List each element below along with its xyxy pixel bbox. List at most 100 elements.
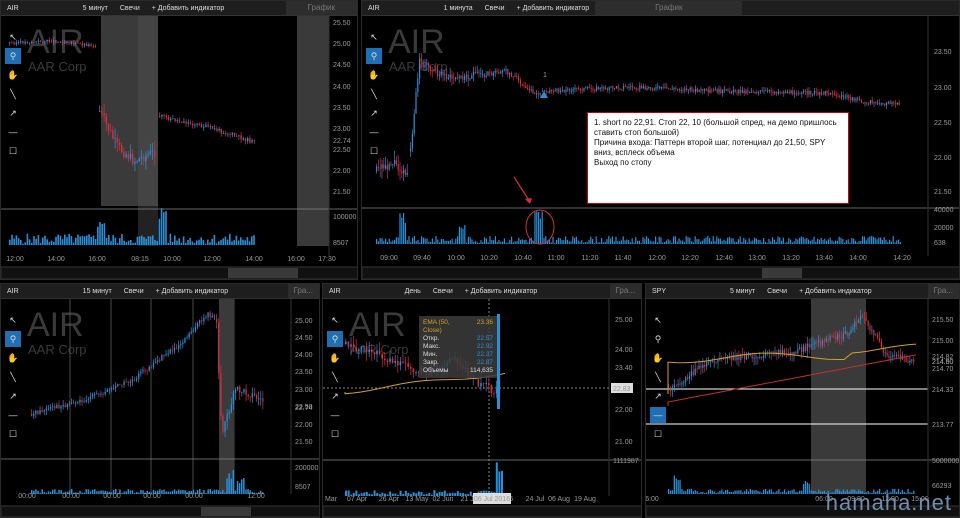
x-tick: 16:00 xyxy=(88,256,106,263)
x-tick: 07 Apr xyxy=(347,496,368,503)
volume-bar xyxy=(412,237,414,244)
hand-icon[interactable]: ✋ xyxy=(5,67,21,83)
chart-panel-air-15min[interactable]: AIR 15 минут Свечи + Добавить индикатор … xyxy=(0,283,320,518)
horizontal-line-icon[interactable]: — xyxy=(5,124,21,140)
candle xyxy=(804,345,806,351)
arrow-icon[interactable]: ↗ xyxy=(5,388,21,404)
volume-bar xyxy=(845,240,847,244)
line-icon[interactable]: ╲ xyxy=(5,86,21,102)
chart-panel-air-daily[interactable]: AIR День Свечи + Добавить индикатор Гра.… xyxy=(322,283,642,518)
volume-last: 8507 xyxy=(295,484,311,491)
volume-bar xyxy=(754,237,756,244)
candle xyxy=(711,360,713,363)
volume-bar xyxy=(217,490,220,494)
line-icon[interactable]: ╲ xyxy=(327,369,343,385)
hand-icon[interactable]: ✋ xyxy=(5,350,21,366)
pointer-icon[interactable]: ↖ xyxy=(5,312,21,328)
volume-bar xyxy=(592,238,594,244)
candle xyxy=(429,67,431,71)
candle xyxy=(659,86,661,89)
volume-bar xyxy=(462,228,464,244)
pointer-icon[interactable]: ↖ xyxy=(366,29,382,45)
volume-bar xyxy=(17,238,20,245)
candle xyxy=(68,43,70,45)
candle xyxy=(842,333,844,339)
volume-bar xyxy=(755,238,757,244)
candle xyxy=(530,89,532,91)
zoom-icon[interactable]: ⚲ xyxy=(366,48,382,64)
candle xyxy=(358,349,360,351)
zoom-icon[interactable]: ⚲ xyxy=(5,331,21,347)
line-icon[interactable]: ╲ xyxy=(650,369,666,385)
volume-bar xyxy=(734,241,736,244)
volume-bar xyxy=(726,489,729,494)
chart-canvas[interactable]: 25.50 25.00 24.50 24.00 23.50 23.00 22.50 22.00… xyxy=(1,1,358,280)
rectangle-icon[interactable]: ☐ xyxy=(650,426,666,442)
volume-bar xyxy=(615,236,617,244)
arrow-icon[interactable]: ↗ xyxy=(327,388,343,404)
arrow-icon[interactable]: ↗ xyxy=(650,388,666,404)
rectangle-icon[interactable]: ☐ xyxy=(327,426,343,442)
candle xyxy=(723,89,725,91)
candle xyxy=(465,74,467,76)
chart-panel-air-1min[interactable]: AIR 1 минута Свечи + Добавить индикатор … xyxy=(361,0,960,280)
candle xyxy=(110,130,112,132)
chart-panel-spy-5min[interactable]: SPY 5 минут Свечи + Добавить индикатор Г… xyxy=(645,283,960,518)
hand-icon[interactable]: ✋ xyxy=(366,67,382,83)
pointer-icon[interactable]: ↖ xyxy=(327,312,343,328)
candle xyxy=(451,74,453,79)
horizontal-line-icon[interactable]: — xyxy=(327,407,343,423)
candle xyxy=(401,171,403,174)
volume-bar xyxy=(171,490,174,494)
hand-icon[interactable]: ✋ xyxy=(650,350,666,366)
volume-tick: 1111987 xyxy=(613,458,639,465)
pointer-icon[interactable]: ↖ xyxy=(650,312,666,328)
volume-bar xyxy=(385,238,387,244)
candle xyxy=(664,87,666,88)
candle xyxy=(394,360,396,363)
volume-bar xyxy=(174,235,176,245)
candle xyxy=(386,360,389,362)
zoom-icon[interactable]: ⚲ xyxy=(327,331,343,347)
horizontal-line-icon[interactable]: — xyxy=(366,124,382,140)
chart-canvas[interactable]: 215.50215.00214.50214.33213.77214.82214.… xyxy=(646,284,960,518)
volume-bar xyxy=(94,239,97,245)
horizontal-line-icon[interactable]: — xyxy=(650,407,666,423)
candle xyxy=(415,92,417,114)
pointer-icon[interactable]: ↖ xyxy=(5,29,21,45)
volume-bar xyxy=(498,239,500,244)
volume-bar xyxy=(610,238,612,244)
candle xyxy=(404,169,406,175)
candle xyxy=(180,344,182,346)
volume-bar xyxy=(236,481,239,494)
chart-panel-air-5min[interactable]: AIR 5 минут Свечи + Добавить индикатор Г… xyxy=(0,0,358,280)
zoom-icon[interactable]: ⚲ xyxy=(5,48,21,64)
volume-bar xyxy=(730,238,732,244)
candle xyxy=(662,86,664,88)
volume-bar xyxy=(376,239,378,244)
candle xyxy=(808,343,810,348)
candle xyxy=(884,103,886,106)
rectangle-icon[interactable]: ☐ xyxy=(5,143,21,159)
volume-bar xyxy=(482,242,484,244)
horizontal-line-icon[interactable]: — xyxy=(5,407,21,423)
candle xyxy=(403,169,405,174)
volume-bar xyxy=(44,235,46,245)
volume-bar xyxy=(671,490,674,494)
rectangle-icon[interactable]: ☐ xyxy=(5,426,21,442)
volume-bar xyxy=(185,243,187,245)
line-icon[interactable]: ╲ xyxy=(5,369,21,385)
volume-bar xyxy=(854,240,856,244)
candle xyxy=(797,348,799,354)
volume-bar xyxy=(511,236,513,244)
hand-icon[interactable]: ✋ xyxy=(327,350,343,366)
arrow-icon[interactable]: ↗ xyxy=(366,105,382,121)
chart-canvas[interactable]: 25.0024.5024.0023.5023.0022.5022.0021.50… xyxy=(1,284,320,518)
volume-bar xyxy=(821,491,824,494)
rectangle-icon[interactable]: ☐ xyxy=(366,143,382,159)
volume-bar xyxy=(833,241,835,244)
arrow-icon[interactable]: ↗ xyxy=(5,105,21,121)
line-icon[interactable]: ╲ xyxy=(366,86,382,102)
zoom-icon[interactable]: ⚲ xyxy=(650,331,666,347)
candle xyxy=(560,90,562,93)
